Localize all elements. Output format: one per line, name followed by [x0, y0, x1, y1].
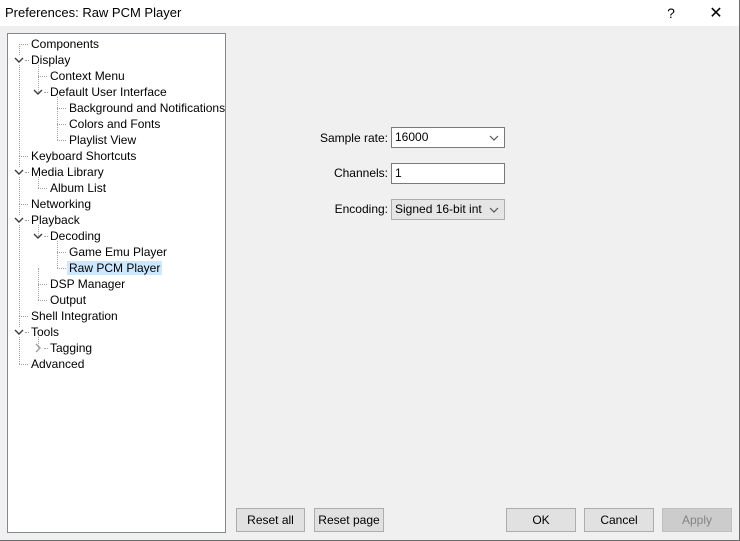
tree-item[interactable]: Tools: [29, 324, 61, 340]
tree-item-label: Raw PCM Player: [67, 261, 163, 275]
channels-label: Channels:: [333, 166, 388, 180]
chevron-down-icon: [489, 200, 499, 226]
tree-item[interactable]: DSP Manager: [48, 276, 127, 292]
tree-item-label: Default User Interface: [50, 85, 167, 99]
tree-item[interactable]: Raw PCM Player: [67, 260, 163, 276]
encoding-combo[interactable]: Signed 16-bit int: [391, 199, 505, 220]
tree-connector: [38, 65, 39, 76]
tree-connector: [57, 124, 58, 140]
title-bar: Preferences: Raw PCM Player ? ✕: [0, 0, 739, 26]
tree-item[interactable]: Display: [29, 52, 72, 68]
tree-item-label: Advanced: [31, 357, 85, 371]
window-title: Preferences: Raw PCM Player: [5, 5, 182, 20]
tree-item-label: Components: [31, 37, 100, 51]
channels-input[interactable]: 1: [391, 163, 505, 184]
apply-button[interactable]: Apply: [662, 508, 732, 532]
tree-connector: [57, 268, 66, 269]
ok-button[interactable]: OK: [506, 508, 576, 532]
tree-item[interactable]: Colors and Fonts: [67, 116, 162, 132]
tree-item[interactable]: Playback: [29, 212, 82, 228]
encoding-value: Signed 16-bit int: [395, 202, 482, 216]
tree-item-label: Networking: [31, 197, 92, 211]
help-icon: ?: [667, 5, 675, 21]
tree-item-label: Album List: [50, 181, 107, 195]
channels-value: 1: [395, 166, 402, 180]
tree-item[interactable]: Default User Interface: [48, 84, 169, 100]
tree-item[interactable]: Background and Notifications: [67, 100, 227, 116]
preferences-tree[interactable]: Components Display Context Menu Default Use…: [7, 33, 226, 533]
close-icon: ✕: [709, 5, 723, 22]
chevron-down-icon[interactable]: [33, 228, 43, 244]
tree-item[interactable]: Media Library: [29, 164, 106, 180]
encoding-label: Encoding:: [334, 202, 388, 216]
tree-item-label: Background and Notifications: [69, 101, 226, 115]
tree-item[interactable]: Networking: [29, 196, 93, 212]
tree-connector: [38, 268, 39, 284]
tree-item[interactable]: Playlist View: [67, 132, 138, 148]
preferences-dialog: Preferences: Raw PCM Player ? ✕ Componen…: [0, 0, 740, 541]
chevron-down-icon: [489, 128, 499, 154]
tree-item-label: Game Emu Player: [69, 245, 168, 259]
reset-all-button[interactable]: Reset all: [236, 508, 305, 532]
tree-connector: [38, 177, 39, 188]
tree-connector: [19, 44, 28, 45]
tree-connector: [57, 252, 58, 268]
tree-item[interactable]: Context Menu: [48, 68, 127, 84]
tree-connector: [38, 188, 47, 189]
tree-connector: [38, 76, 47, 77]
close-button[interactable]: ✕: [696, 0, 736, 26]
tree-connector: [38, 284, 47, 285]
tree-item-label: Shell Integration: [31, 309, 118, 323]
tree-connector: [57, 140, 66, 141]
tree-connector: [57, 252, 66, 253]
tree-item-label: DSP Manager: [50, 277, 126, 291]
tree-item-label: Context Menu: [50, 69, 125, 83]
tree-connector: [19, 364, 28, 365]
help-button[interactable]: ?: [651, 0, 691, 26]
tree-connector: [57, 108, 66, 109]
chevron-right-icon[interactable]: [33, 340, 43, 356]
tree-item[interactable]: Shell Integration: [29, 308, 120, 324]
sample-rate-combo[interactable]: 16000: [391, 127, 505, 148]
tree-connector: [57, 241, 58, 252]
tree-item-label: Media Library: [31, 165, 104, 179]
tree-item-label: Output: [50, 293, 87, 307]
reset-page-button[interactable]: Reset page: [314, 508, 384, 532]
sample-rate-value: 16000: [395, 130, 429, 144]
tree-item-label: Display: [31, 53, 71, 67]
tree-item[interactable]: Advanced: [29, 356, 86, 372]
tree-item-label: Playback: [31, 213, 80, 227]
chevron-down-icon[interactable]: [33, 84, 43, 100]
tree-connector: [19, 225, 20, 316]
tree-item-label: Tools: [31, 325, 60, 339]
sample-rate-label: Sample rate:: [319, 131, 388, 145]
tree-item-label: Colors and Fonts: [69, 117, 161, 131]
tree-connector: [19, 65, 20, 156]
tree-connector: [57, 108, 58, 124]
tree-connector: [19, 316, 28, 317]
tree-item[interactable]: Album List: [48, 180, 108, 196]
tree-connector: [19, 177, 20, 204]
tree-item-label: Playlist View: [69, 133, 137, 147]
tree-connector: [38, 300, 47, 301]
tree-connector: [57, 97, 58, 108]
tree-item-label: Keyboard Shortcuts: [31, 149, 137, 163]
tree-item-label: Tagging: [50, 341, 93, 355]
tree-item[interactable]: Game Emu Player: [67, 244, 169, 260]
cancel-button[interactable]: Cancel: [584, 508, 654, 532]
tree-connector: [38, 284, 39, 300]
tree-connector: [57, 124, 66, 125]
tree-item[interactable]: Output: [48, 292, 88, 308]
tree-connector: [19, 337, 20, 364]
tree-item[interactable]: Keyboard Shortcuts: [29, 148, 138, 164]
tree-item[interactable]: Tagging: [48, 340, 94, 356]
tree-connector: [19, 204, 28, 205]
tree-connector: [19, 156, 28, 157]
tree-item[interactable]: Components: [29, 36, 101, 52]
